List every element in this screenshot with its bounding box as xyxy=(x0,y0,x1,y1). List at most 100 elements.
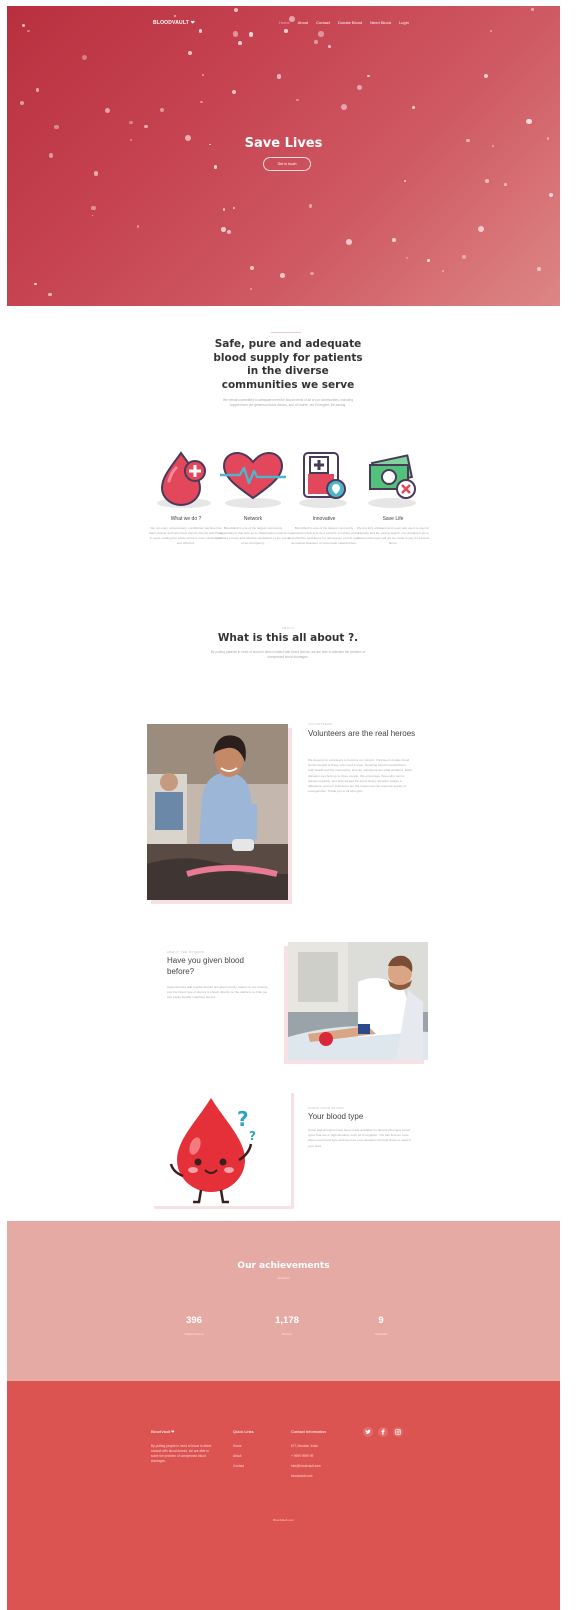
bokeh-dot xyxy=(48,153,54,158)
bokeh-dot xyxy=(406,257,409,260)
navbar: BLOODVAULT ❤ Home About Contact Donate B… xyxy=(7,20,560,32)
bokeh-dot xyxy=(403,179,406,182)
bokeh-dot xyxy=(144,124,149,129)
facebook-icon[interactable] xyxy=(378,1427,388,1437)
contact-website[interactable]: bloodvault.com xyxy=(291,1474,361,1478)
nav-links: Home About Contact Donate Blood Need Blo… xyxy=(279,20,409,25)
footer-link-about[interactable]: About xyxy=(233,1454,283,1458)
logo[interactable]: BLOODVAULT ❤ xyxy=(153,20,195,26)
bokeh-dot xyxy=(411,105,416,110)
svg-text:?: ? xyxy=(249,1129,256,1143)
bokeh-dot xyxy=(129,121,133,125)
bokeh-dot xyxy=(200,100,203,104)
bokeh-dot xyxy=(91,205,96,211)
footer-brand[interactable]: BloodVault ❤ xyxy=(151,1429,217,1434)
nav-link-need-blood[interactable]: Need Blood xyxy=(370,20,391,25)
bokeh-dot xyxy=(346,239,352,245)
feature-title: Network xyxy=(243,516,263,522)
bokeh-dot xyxy=(54,124,59,130)
bokeh-dot xyxy=(327,44,331,48)
footer: BloodVault ❤ By putting people in need o… xyxy=(7,1381,560,1610)
bokeh-dot xyxy=(478,226,485,233)
volunteers-text: We depend on volunteers to become our do… xyxy=(308,758,412,794)
bokeh-dot xyxy=(104,107,110,113)
given-text: Appointments with regular donors are giv… xyxy=(167,985,269,1000)
bokeh-dot xyxy=(159,107,164,112)
bokeh-dot xyxy=(232,31,238,37)
stat-helped-users: 396 Helped Users xyxy=(164,1315,224,1336)
stat-value: 9 xyxy=(378,1315,384,1326)
bokeh-dot xyxy=(310,271,314,276)
bokeh-dot xyxy=(308,204,312,208)
bokeh-dot xyxy=(427,259,430,262)
money-cancel-icon xyxy=(356,451,430,511)
feature-desc: We run easy, unnecessary, conditional ma… xyxy=(149,526,223,545)
footer-brand-col: BloodVault ❤ By putting people in need o… xyxy=(151,1429,217,1464)
bokeh-dot xyxy=(93,171,99,176)
stat-donors: 1,178 Donors xyxy=(257,1315,317,1336)
bokeh-dot xyxy=(201,73,204,76)
twitter-icon[interactable] xyxy=(363,1427,373,1437)
bokeh-dot xyxy=(248,32,253,37)
nav-link-login[interactable]: Login xyxy=(399,20,409,25)
bokeh-dot xyxy=(188,51,192,56)
bloodtype-text: Some appointments have been made availab… xyxy=(308,1128,412,1148)
bloodtype-kicker: KNOW YOUR BLOOD xyxy=(308,1106,345,1110)
hero-title: Save Lives xyxy=(244,136,323,151)
feature-title: Save Life xyxy=(382,516,404,522)
bokeh-dot xyxy=(280,273,285,278)
feature-innovative: Innovative BloodVault is one of the larg… xyxy=(287,451,361,546)
about-title: Safe, pure and adequate blood supply for… xyxy=(213,338,363,391)
nav-link-home[interactable]: Home xyxy=(279,20,290,25)
bokeh-dot xyxy=(81,54,87,60)
bokeh-dot xyxy=(222,208,226,211)
footer-quick-links: Quick Links Home About Contact xyxy=(233,1429,283,1474)
feature-what-we-do: What we do ? We run easy, unnecessary, c… xyxy=(149,451,223,546)
bokeh-dot xyxy=(504,182,508,186)
contact-email[interactable]: info@bloodvault.com xyxy=(291,1464,361,1468)
bokeh-dot xyxy=(173,14,176,18)
bokeh-dot xyxy=(213,165,218,169)
blood-drop-plus-icon xyxy=(149,451,223,511)
bokeh-dot xyxy=(238,41,242,46)
about-kicker: ABOUT xyxy=(281,626,295,630)
bokeh-dot xyxy=(276,73,282,79)
footer-link-contact[interactable]: Contact xyxy=(233,1464,283,1468)
page: BLOODVAULT ❤ Home About Contact Donate B… xyxy=(0,0,576,1610)
bokeh-dot xyxy=(250,266,255,271)
given-kicker: ABOUT THE DONORS xyxy=(167,950,205,954)
bokeh-dot xyxy=(48,292,52,297)
bokeh-dot xyxy=(136,225,140,228)
nav-link-donate-blood[interactable]: Donate Blood xyxy=(338,20,362,25)
footer-contact: Contact Information HIT, Mumbai, India +… xyxy=(291,1429,361,1484)
bokeh-dot xyxy=(357,85,362,90)
bokeh-dot xyxy=(234,8,238,13)
bokeh-dot xyxy=(483,73,488,79)
bokeh-dot xyxy=(232,206,235,209)
hero-section: BLOODVAULT ❤ Home About Contact Donate B… xyxy=(7,6,560,306)
stat-label: Hospitals xyxy=(374,1332,388,1336)
bokeh-dot xyxy=(549,193,554,198)
achievements-section: Our achievements Numbers 396 Helped User… xyxy=(7,1221,560,1381)
stat-hospitals: 9 Hospitals xyxy=(351,1315,411,1336)
about2-text: By putting patients in need of blood in … xyxy=(210,650,366,659)
feature-desc: We are fully unbiased and never ask user… xyxy=(356,526,430,545)
bokeh-dot xyxy=(536,267,541,271)
volunteers-kicker: VOLUNTEERS xyxy=(308,722,333,726)
contact-phone[interactable]: + 9999 9999 99 xyxy=(291,1454,361,1458)
footer-link-home[interactable]: Home xyxy=(233,1444,283,1448)
contact-title: Contact Information xyxy=(291,1429,326,1434)
bokeh-dot xyxy=(91,214,94,217)
bokeh-dot xyxy=(462,254,467,259)
get-in-touch-button[interactable]: Get in touch xyxy=(263,157,311,171)
stat-value: 396 xyxy=(186,1315,202,1326)
bokeh-dot xyxy=(485,179,489,183)
nav-link-about[interactable]: About xyxy=(298,20,308,25)
bokeh-dot xyxy=(250,287,253,290)
bokeh-dot xyxy=(296,98,299,102)
nav-link-contact[interactable]: Contact xyxy=(316,20,330,25)
instagram-icon[interactable] xyxy=(393,1427,403,1437)
bokeh-dot xyxy=(367,74,370,77)
feature-desc: BloodVault is one of the largest communi… xyxy=(287,526,361,545)
feature-desc: BloodVault is one of the largest communi… xyxy=(216,526,290,545)
